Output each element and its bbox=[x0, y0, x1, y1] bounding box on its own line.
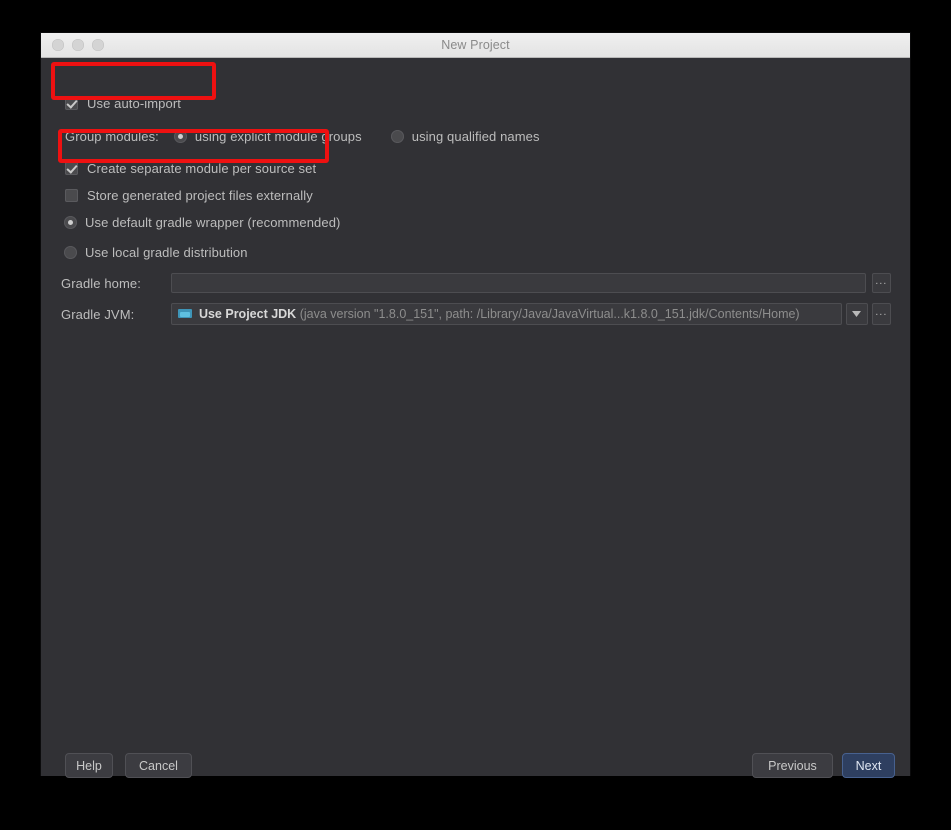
gradle-local-distribution-row[interactable]: Use local gradle distribution bbox=[64, 245, 248, 260]
gradle-jvm-combobox[interactable]: Use Project JDK (java version "1.8.0_151… bbox=[170, 303, 843, 325]
screen: New Project Use auto-import Group module… bbox=[0, 0, 951, 830]
gradle-jvm-row: Gradle JVM: Use Project JDK (java versio… bbox=[61, 303, 891, 325]
window-controls bbox=[52, 39, 104, 51]
group-modules-option-explicit[interactable]: using explicit module groups bbox=[173, 129, 362, 144]
gradle-jvm-browse-button[interactable]: ... bbox=[871, 303, 891, 325]
group-modules-explicit-label: using explicit module groups bbox=[194, 129, 362, 144]
use-auto-import-row[interactable]: Use auto-import bbox=[65, 96, 181, 111]
new-project-dialog: New Project Use auto-import Group module… bbox=[41, 33, 910, 778]
group-modules-qualified-radio[interactable] bbox=[390, 130, 404, 143]
minimize-button[interactable] bbox=[72, 39, 84, 51]
create-separate-module-label: Create separate module per source set bbox=[87, 161, 317, 176]
dialog-title: New Project bbox=[441, 38, 510, 52]
gradle-wrapper-default-row[interactable]: Use default gradle wrapper (recommended) bbox=[64, 215, 340, 230]
dialog-body: Use auto-import Group modules: using exp… bbox=[41, 58, 910, 778]
gradle-local-distribution-radio[interactable] bbox=[64, 246, 77, 259]
gradle-home-row: Gradle home: ... bbox=[61, 273, 891, 293]
gradle-jvm-value-detail: (java version "1.8.0_151", path: /Librar… bbox=[299, 307, 800, 321]
gradle-home-label: Gradle home: bbox=[61, 275, 141, 291]
group-modules-option-qualified[interactable]: using qualified names bbox=[390, 129, 540, 144]
gradle-jvm-value-main: Use Project JDK bbox=[198, 307, 297, 321]
gradle-wrapper-default-label: Use default gradle wrapper (recommended) bbox=[85, 215, 341, 230]
gradle-home-browse-button[interactable]: ... bbox=[871, 273, 891, 293]
create-separate-module-row[interactable]: Create separate module per source set bbox=[65, 161, 316, 176]
use-auto-import-label: Use auto-import bbox=[87, 96, 181, 111]
cancel-button[interactable]: Cancel bbox=[125, 753, 192, 778]
gradle-home-input[interactable] bbox=[171, 273, 866, 293]
next-button[interactable]: Next bbox=[842, 753, 895, 778]
help-button[interactable]: Help bbox=[65, 753, 113, 778]
group-modules-row: Group modules: using explicit module gro… bbox=[65, 129, 540, 144]
use-auto-import-checkbox[interactable] bbox=[65, 97, 78, 110]
gradle-jvm-value: Use Project JDK (java version "1.8.0_151… bbox=[199, 307, 800, 321]
gradle-local-distribution-label: Use local gradle distribution bbox=[85, 245, 248, 260]
previous-button[interactable]: Previous bbox=[752, 753, 833, 778]
group-modules-qualified-label: using qualified names bbox=[411, 129, 540, 144]
store-generated-externally-row[interactable]: Store generated project files externally bbox=[65, 188, 313, 203]
zoom-button[interactable] bbox=[92, 39, 104, 51]
gradle-jvm-dropdown-button[interactable] bbox=[846, 303, 868, 325]
store-generated-externally-checkbox[interactable] bbox=[65, 189, 78, 202]
gradle-jvm-label: Gradle JVM: bbox=[61, 306, 135, 322]
close-button[interactable] bbox=[52, 39, 64, 51]
store-generated-externally-label: Store generated project files externally bbox=[87, 188, 313, 203]
create-separate-module-checkbox[interactable] bbox=[65, 162, 78, 175]
gradle-wrapper-default-radio[interactable] bbox=[64, 216, 77, 229]
chevron-down-icon bbox=[852, 311, 862, 317]
group-modules-explicit-radio[interactable] bbox=[173, 130, 187, 143]
jdk-folder-icon bbox=[177, 308, 193, 320]
dialog-titlebar: New Project bbox=[41, 33, 910, 58]
group-modules-label: Group modules: bbox=[65, 129, 159, 144]
